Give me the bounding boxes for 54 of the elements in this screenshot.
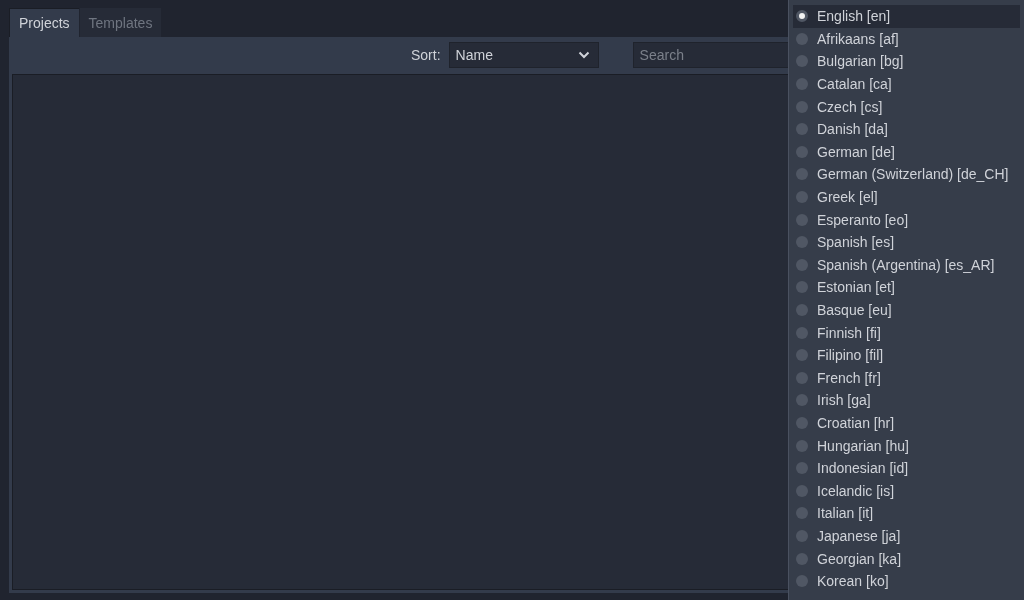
language-menu-item[interactable]: Estonian [et]	[793, 276, 1020, 299]
radio-button[interactable]	[796, 168, 808, 181]
radio-button[interactable]	[796, 78, 808, 91]
radio-button[interactable]	[796, 507, 808, 520]
language-menu-item[interactable]: Czech [cs]	[793, 95, 1020, 118]
radio-button[interactable]	[796, 394, 808, 407]
radio-button[interactable]	[796, 32, 808, 45]
language-menu-item[interactable]: Italian [it]	[793, 502, 1020, 525]
radio-button[interactable]	[796, 439, 808, 452]
tab[interactable]: Projects	[9, 8, 79, 37]
language-menu-item[interactable]: Catalan [ca]	[793, 72, 1020, 96]
language-menu-item[interactable]: Greek [el]	[793, 185, 1020, 209]
radio-button[interactable]	[796, 304, 808, 316]
language-menu-item[interactable]: Croatian [hr]	[793, 411, 1020, 435]
radio-button[interactable]	[796, 349, 808, 362]
radio-button[interactable]	[796, 326, 808, 339]
language-menu-item[interactable]: Basque [eu]	[793, 298, 1020, 322]
radio-button[interactable]	[796, 191, 808, 204]
language-menu-item[interactable]: Japanese [ja]	[793, 524, 1020, 548]
language-menu-item[interactable]: German (Switzerland) [de_CH]	[793, 163, 1020, 186]
language-menu-item[interactable]: Hungarian [hu]	[793, 434, 1020, 457]
language-menu-item[interactable]: Spanish [es]	[793, 230, 1020, 254]
radio-button[interactable]	[796, 462, 808, 475]
radio-button[interactable]	[796, 258, 808, 271]
radio-button[interactable]	[796, 529, 808, 542]
language-menu-item[interactable]: French [fr]	[793, 366, 1020, 390]
language-menu-item[interactable]: Irish [ga]	[793, 389, 1020, 412]
radio-button[interactable]	[796, 484, 808, 497]
language-menu-item[interactable]: Danish [da]	[793, 117, 1020, 141]
sort-label: Sort:	[411, 46, 441, 63]
radio-button[interactable]	[796, 575, 808, 588]
language-menu-item[interactable]: Finnish [fi]	[793, 321, 1020, 344]
radio-button[interactable]	[796, 55, 808, 68]
radio-button[interactable]	[796, 236, 808, 249]
radio-button[interactable]	[796, 10, 808, 23]
language-menu-item[interactable]: German [de]	[793, 140, 1020, 164]
radio-button[interactable]	[796, 123, 808, 136]
radio-button[interactable]	[796, 552, 808, 565]
radio-button[interactable]	[796, 100, 808, 113]
radio-button[interactable]	[796, 417, 808, 429]
radio-button[interactable]	[796, 281, 808, 294]
language-menu-item[interactable]: Icelandic [is]	[793, 479, 1020, 503]
chevron-down-icon	[577, 50, 590, 59]
radio-button[interactable]	[796, 213, 808, 226]
language-menu-item[interactable]: Esperanto [eo]	[793, 208, 1020, 231]
language-menu-item[interactable]: Korean [ko]	[793, 569, 1020, 593]
sort-dropdown[interactable]: Name	[448, 41, 599, 68]
radio-button[interactable]	[796, 145, 808, 158]
radio-button[interactable]	[796, 371, 808, 384]
language-menu-item[interactable]: Indonesian [id]	[793, 456, 1020, 480]
language-menu-item[interactable]: English [en]	[793, 5, 1020, 28]
language-menu-item[interactable]: Georgian [ka]	[793, 547, 1020, 570]
language-menu-item[interactable]: Spanish (Argentina) [es_AR]	[793, 253, 1020, 277]
language-menu-item[interactable]: Filipino [fil]	[793, 343, 1020, 367]
